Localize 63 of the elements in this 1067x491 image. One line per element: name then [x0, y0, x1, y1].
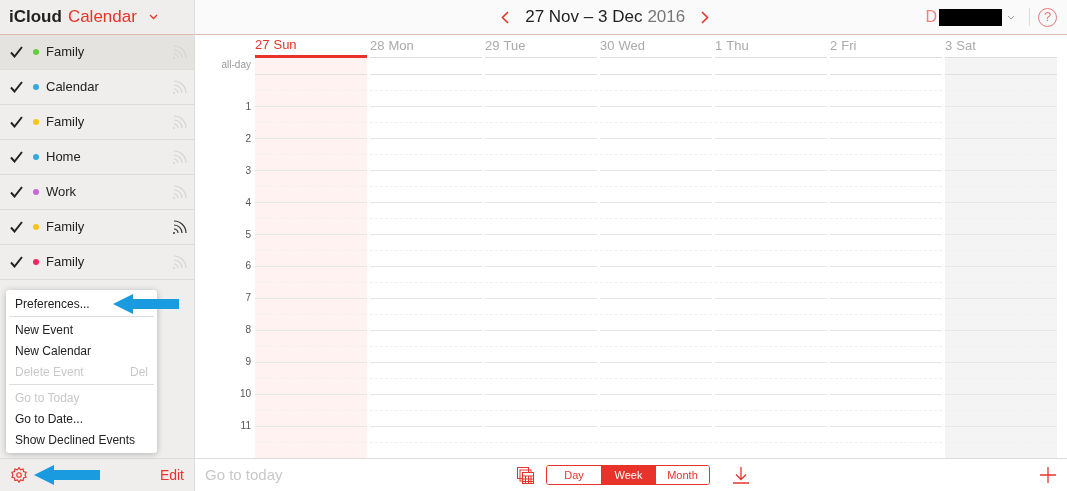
- checkmark-icon[interactable]: [10, 116, 23, 128]
- hour-label: 10: [239, 389, 251, 400]
- broadcast-icon: [172, 184, 188, 200]
- pointer-arrow: [34, 464, 100, 486]
- download-icon[interactable]: [732, 466, 750, 484]
- checkmark-icon[interactable]: [10, 256, 23, 268]
- next-week-icon[interactable]: [701, 10, 710, 24]
- menu-item[interactable]: Preferences...: [9, 293, 96, 314]
- all-day-label: all-day: [221, 57, 251, 72]
- checkmark-icon[interactable]: [10, 151, 23, 163]
- hour-label: 6: [245, 261, 251, 272]
- calendar-item[interactable]: Work: [0, 175, 194, 210]
- chevron-down-icon[interactable]: [148, 14, 158, 20]
- broadcast-icon: [172, 254, 188, 270]
- calendar-name: Calendar: [46, 78, 100, 97]
- broadcast-icon: [172, 219, 188, 235]
- hour-label: 1: [245, 101, 251, 112]
- menu-item[interactable]: New Calendar: [9, 340, 98, 361]
- add-icon[interactable]: [1039, 466, 1057, 484]
- hour-label: 7: [245, 293, 251, 304]
- calendar-name: Family: [46, 43, 86, 62]
- hour-label: 8: [245, 325, 251, 336]
- edit-button[interactable]: Edit: [159, 464, 184, 486]
- date-range: 27 Nov – 3 Dec: [525, 6, 643, 29]
- broadcast-icon: [172, 149, 188, 165]
- calendar-name: Home: [46, 148, 82, 167]
- calendar-name: Family: [46, 113, 86, 132]
- broadcast-icon: [172, 114, 188, 130]
- previous-week-icon[interactable]: [501, 10, 510, 24]
- view-tab[interactable]: Month: [655, 466, 709, 484]
- calendar-item[interactable]: Family: [0, 35, 194, 70]
- calendar-item[interactable]: Family: [0, 105, 194, 140]
- broadcast-icon: [172, 79, 188, 95]
- hour-label: 9: [245, 357, 251, 368]
- calendar-item[interactable]: Calendar: [0, 70, 194, 105]
- checkmark-icon[interactable]: [10, 186, 23, 198]
- hour-label: 3: [245, 165, 251, 176]
- year-label: 2016: [647, 6, 686, 29]
- user-name[interactable]: D: [925, 5, 937, 29]
- calendar-name: Family: [46, 218, 86, 237]
- menu-item[interactable]: Show Declined Events: [9, 429, 142, 450]
- app-brand: iCloud: [9, 6, 62, 29]
- calendar-name: Work: [46, 183, 78, 202]
- chevron-down-icon[interactable]: [1007, 14, 1015, 20]
- redaction-bar: [939, 8, 1002, 26]
- calendar-item[interactable]: Family: [0, 245, 194, 280]
- view-tab[interactable]: Week: [601, 466, 655, 484]
- checkmark-icon[interactable]: [10, 221, 23, 233]
- pointer-arrow: [113, 293, 179, 315]
- hour-label: 4: [245, 197, 251, 208]
- checkmark-icon[interactable]: [10, 46, 23, 58]
- settings-icon[interactable]: [10, 466, 28, 484]
- hour-label: 5: [245, 229, 251, 240]
- app-name: Calendar: [67, 6, 137, 29]
- checkmark-icon[interactable]: [10, 81, 23, 93]
- hour-label: 2: [245, 133, 251, 144]
- calendar-stack-icon[interactable]: [517, 466, 534, 484]
- menu-item[interactable]: New Event: [9, 319, 80, 340]
- menu-item[interactable]: Go to Date...: [9, 408, 90, 429]
- calendar-item[interactable]: Home: [0, 140, 194, 175]
- calendar-item[interactable]: Family: [0, 210, 194, 245]
- hour-label: 11: [240, 421, 251, 432]
- calendar-name: Family: [46, 253, 86, 272]
